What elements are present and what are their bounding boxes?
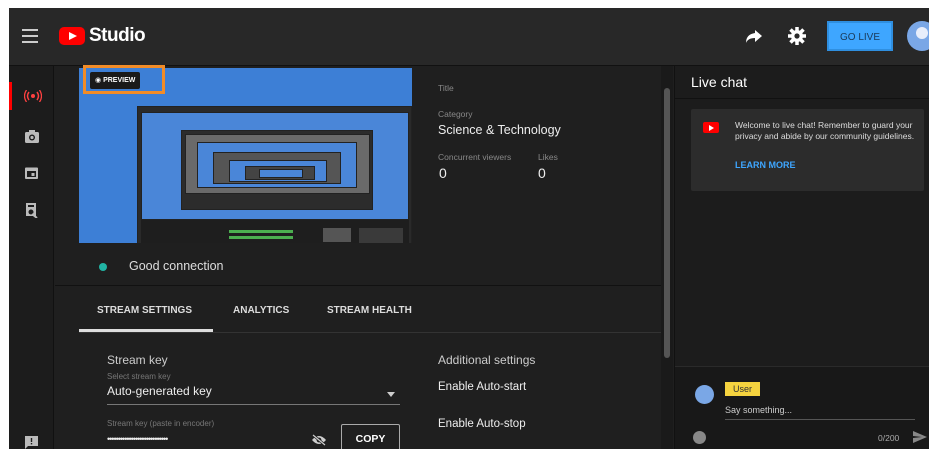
visibility-off-icon[interactable] [311,434,327,446]
connection-status-text: Good connection [129,259,224,273]
emoji-icon[interactable] [693,431,706,444]
youtube-icon [703,122,719,133]
settings-tabs: STREAM SETTINGS ANALYTICS STREAM HEALTH [79,291,661,333]
chat-input-underline [725,419,915,420]
enable-auto-start[interactable]: Enable Auto-start [438,381,526,393]
studio-window: Studio GO LIVE ◉ PREVIEW Title Category … [9,8,929,449]
gear-icon[interactable] [787,26,807,46]
chat-input[interactable]: Say something... [725,405,792,415]
concurrent-viewers-value: 0 [439,165,447,181]
learn-more-link[interactable]: LEARN MORE [735,160,796,170]
stream-preview [79,68,412,243]
live-icon [24,90,42,102]
live-chat-panel: Live chat ⋮ Welcome to live chat! Rememb… [674,66,929,449]
tab-stream-settings[interactable]: STREAM SETTINGS [97,305,192,316]
tab-stream-health[interactable]: STREAM HEALTH [327,305,412,316]
dropdown-arrow-icon[interactable] [387,392,395,397]
left-nav [9,66,54,449]
eye-icon: ◉ [95,77,102,84]
preview-highlight: ◉ PREVIEW [83,65,165,94]
youtube-logo-icon [59,27,85,45]
nav-manage-content[interactable] [9,196,54,224]
welcome-message: Welcome to live chat! Remember to guard … [735,120,915,141]
go-live-button[interactable]: GO LIVE [827,21,893,51]
category-value: Science & Technology [438,123,561,137]
more-options-icon[interactable]: ⋮ [923,74,929,91]
title-label: Title [438,83,454,93]
additional-settings-title: Additional settings [438,353,536,367]
chat-title: Live chat [691,74,748,90]
char-count: 0/200 [878,433,900,443]
copy-button[interactable]: COPY [341,424,400,449]
connection-status-bar: Good connection [55,248,661,286]
main-panel: ◉ PREVIEW Title Category Science & Techn… [55,65,661,449]
stream-key-paste-label: Stream key (paste in encoder) [107,419,215,428]
user-name-badge: User [725,382,761,396]
category-label: Category [438,109,473,119]
connection-status-dot [99,263,107,271]
likes-label: Likes [538,152,558,162]
preview-badge-label: PREVIEW [103,77,136,84]
nav-feedback[interactable] [9,428,54,449]
menu-icon[interactable] [22,29,38,43]
chat-user-avatar [695,385,714,404]
app-name: Studio [89,25,146,46]
likes-value: 0 [538,165,546,181]
chat-input-area: User Say something... 0/200 [675,366,929,449]
concurrent-viewers-label: Concurrent viewers [438,152,512,162]
manage-icon [26,202,38,218]
top-bar: Studio GO LIVE [9,8,929,66]
active-tab-indicator [79,329,213,332]
calendar-icon [25,167,38,179]
nav-manage[interactable] [9,158,54,186]
main-scrollbar[interactable] [661,66,673,449]
tab-analytics[interactable]: ANALYTICS [233,305,289,316]
scrollbar-thumb[interactable] [664,88,670,358]
stream-key-field[interactable]: •••••••••••••••••••••••••••• [107,434,227,444]
feedback-icon [25,435,38,449]
account-avatar[interactable] [907,21,929,51]
camera-icon [24,129,39,143]
select-underline [107,404,400,405]
chat-divider [675,98,929,99]
send-icon[interactable] [913,431,927,443]
enable-auto-stop[interactable]: Enable Auto-stop [438,418,526,430]
select-stream-key-label: Select stream key [107,372,171,381]
preview-badge: ◉ PREVIEW [90,72,141,89]
share-icon[interactable] [745,27,763,45]
nav-webcam[interactable] [9,122,54,150]
nav-stream[interactable] [9,82,54,110]
stream-key-select[interactable]: Auto-generated key [107,384,212,398]
studio-logo[interactable]: Studio [59,23,146,49]
chat-welcome-card: Welcome to live chat! Remember to guard … [691,109,924,191]
stream-key-title: Stream key [107,353,168,367]
